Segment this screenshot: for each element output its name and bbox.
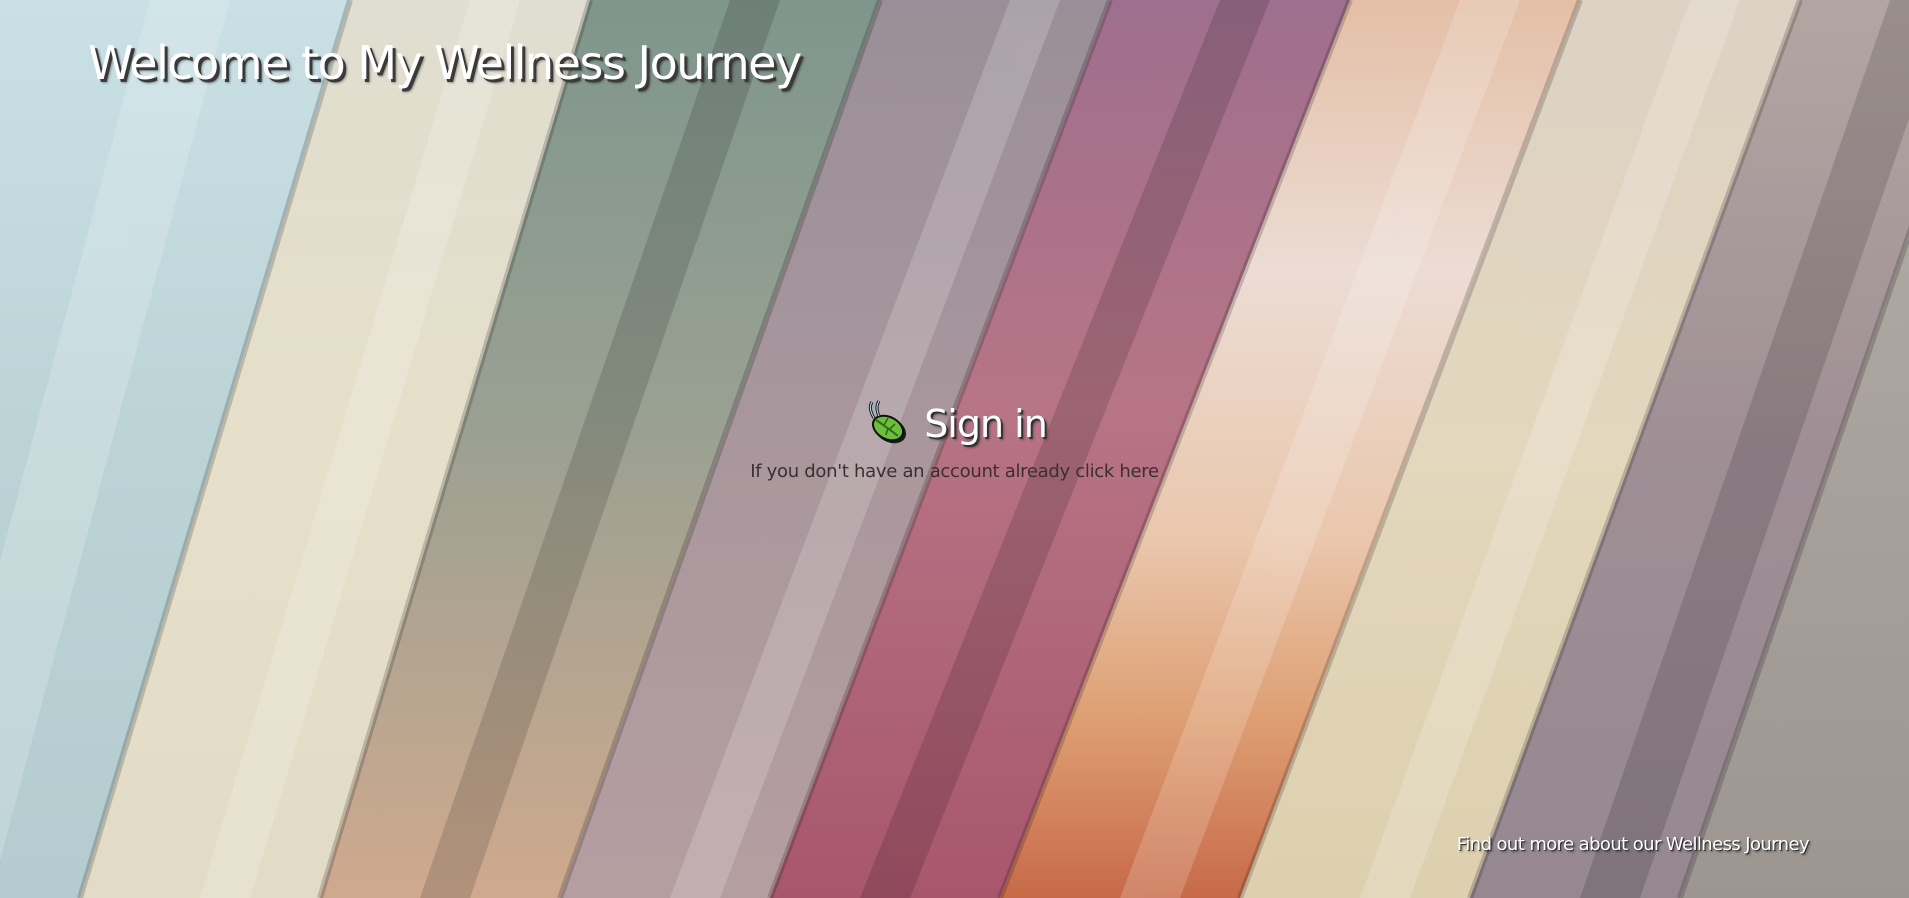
leaf-icon: [862, 398, 914, 450]
about-link[interactable]: Find out more about our Wellness Journey: [1457, 834, 1810, 855]
signin-section: Sign in If you don't have an account alr…: [0, 398, 1909, 482]
signin-button[interactable]: Sign in: [862, 398, 1048, 450]
signup-link[interactable]: If you don't have an account already cli…: [0, 461, 1909, 482]
page-title: Welcome to My Wellness Journey: [88, 36, 802, 90]
signin-label: Sign in: [924, 402, 1048, 446]
